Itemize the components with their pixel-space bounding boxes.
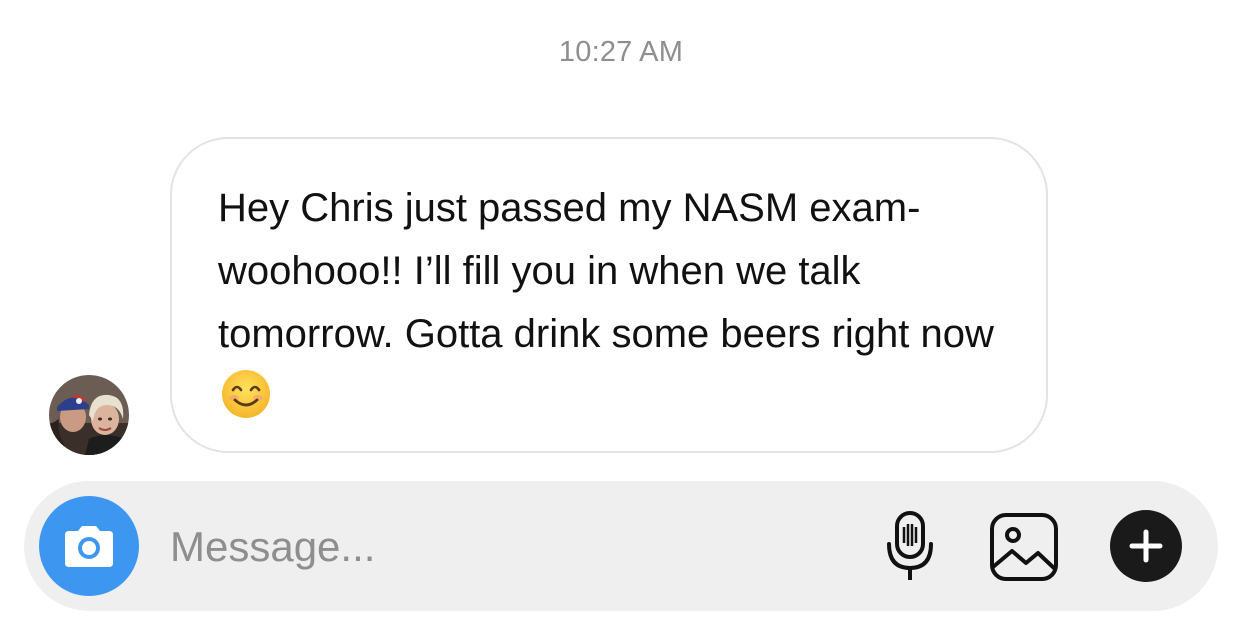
message-input[interactable]	[170, 519, 810, 575]
camera-button[interactable]	[39, 496, 139, 596]
message-body: Hey Chris just passed my NASM exam-wooho…	[218, 186, 994, 356]
avatar-photo	[49, 375, 129, 455]
message-text: Hey Chris just passed my NASM exam-wooho…	[218, 177, 1018, 439]
voice-message-button[interactable]	[876, 509, 944, 585]
dm-thread-screen: 10:27 AM Hey Chris just passed my NASM e…	[0, 0, 1242, 637]
gallery-button[interactable]	[986, 509, 1062, 585]
message-composer	[24, 481, 1218, 611]
microphone-icon	[887, 511, 933, 580]
image-gallery-icon	[990, 513, 1058, 581]
message-timestamp: 10:27 AM	[558, 36, 684, 68]
incoming-message-bubble[interactable]: Hey Chris just passed my NASM exam-wooho…	[170, 137, 1048, 453]
more-options-button[interactable]	[1110, 510, 1182, 582]
plus-icon	[1129, 529, 1163, 563]
smiling-face-emoji-icon	[220, 368, 272, 439]
contact-avatar[interactable]	[49, 375, 129, 455]
camera-icon	[65, 526, 113, 567]
